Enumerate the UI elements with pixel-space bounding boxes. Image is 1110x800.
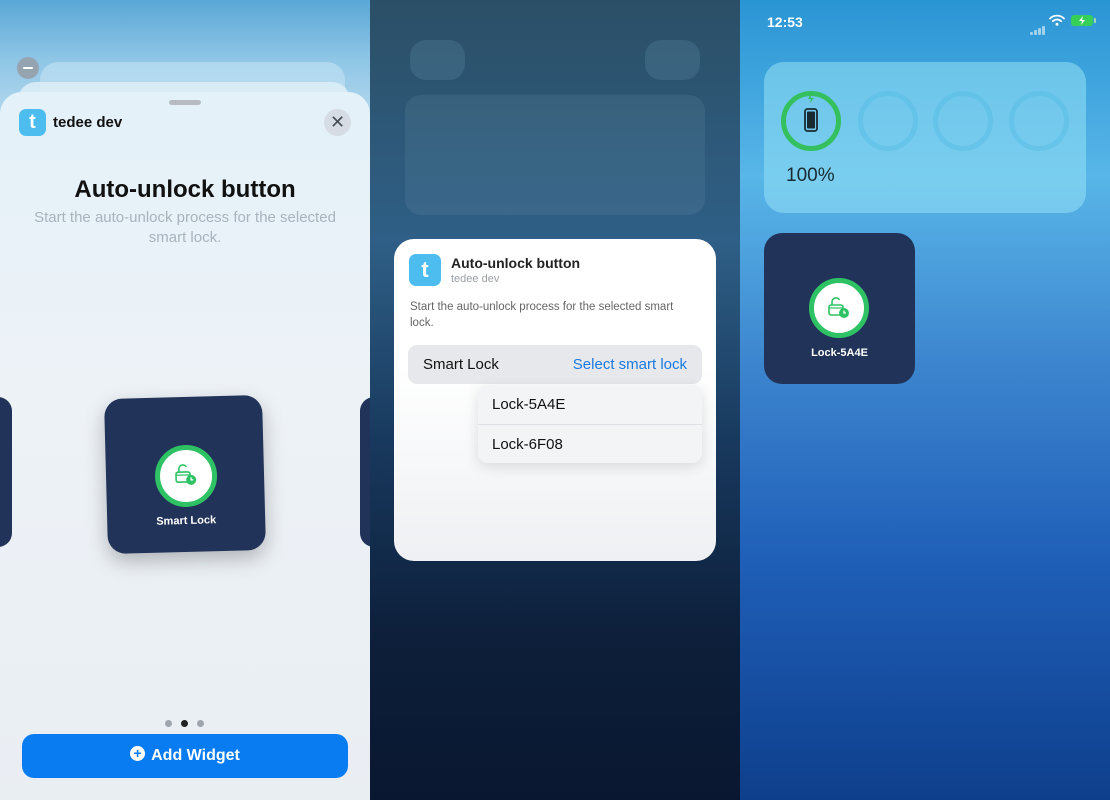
plus-circle-icon: + — [130, 746, 146, 762]
lock-button-ring — [809, 278, 869, 338]
auto-unlock-widget[interactable]: Lock-5A4E — [764, 233, 915, 384]
select-smart-lock-link[interactable]: Select smart lock — [573, 356, 687, 373]
iphone-icon — [804, 96, 818, 132]
batteries-widget[interactable]: 100% — [764, 62, 1086, 213]
status-time: 12:53 — [767, 14, 803, 30]
widget-description: Start the auto-unlock process for the se… — [34, 209, 336, 246]
close-button[interactable]: ✕ — [324, 109, 351, 136]
previous-widget-preview[interactable] — [0, 397, 12, 547]
widget-preview[interactable]: Smart Lock — [103, 394, 267, 555]
page-indicator[interactable] — [165, 714, 213, 732]
blurred-background — [645, 40, 700, 80]
widget-gallery-panel: t tedee dev ✕ Auto-unlock button Start t… — [0, 0, 370, 800]
battery-percent: 100% — [786, 165, 835, 186]
auto-unlock-icon — [175, 464, 197, 485]
page-dot[interactable] — [165, 720, 172, 727]
battery-ring-device — [781, 91, 841, 151]
home-screen-panel: 12:53 100% Lock-5A4E — [740, 0, 1110, 800]
smart-lock-parameter-row[interactable]: Smart Lock Select smart lock — [408, 345, 702, 384]
blurred-background — [405, 95, 705, 215]
cellular-signal-icon — [1030, 17, 1046, 35]
widget-label: Lock-5A4E — [811, 347, 868, 359]
lock-button-ring — [154, 444, 218, 508]
add-widget-button[interactable]: + Add Widget — [22, 734, 348, 778]
config-description: Start the auto-unlock process for the se… — [410, 301, 674, 329]
config-title: Auto-unlock button — [451, 255, 581, 271]
next-widget-preview[interactable] — [360, 397, 370, 547]
smart-lock-label: Smart Lock — [423, 356, 499, 373]
widget-label: Smart Lock — [156, 514, 217, 528]
auto-unlock-icon — [828, 297, 849, 318]
wifi-icon — [1049, 14, 1065, 26]
tedee-app-icon: t — [409, 254, 441, 286]
menu-item-lock[interactable]: Lock-5A4E — [478, 385, 702, 424]
menu-item-lock[interactable]: Lock-6F08 — [478, 424, 702, 463]
widget-title: Auto-unlock button — [74, 176, 296, 203]
app-name: tedee dev — [53, 114, 123, 131]
smart-lock-menu: Lock-5A4E Lock-6F08 — [478, 385, 702, 463]
sheet-grabber[interactable] — [169, 100, 201, 105]
remove-widget-icon[interactable] — [17, 57, 39, 79]
battery-charging-icon — [1071, 15, 1096, 26]
blurred-background — [410, 40, 465, 80]
widget-config-panel: t Auto-unlock button tedee dev Start the… — [370, 0, 740, 800]
page-dot[interactable] — [197, 720, 204, 727]
config-subtitle: tedee dev — [451, 273, 500, 285]
battery-ring-empty — [858, 91, 918, 151]
battery-ring-empty — [1009, 91, 1069, 151]
tedee-app-icon: t — [19, 109, 46, 136]
widget-sheet: t tedee dev ✕ Auto-unlock button Start t… — [0, 92, 370, 800]
battery-ring-empty — [933, 91, 993, 151]
add-widget-label: Add Widget — [151, 747, 240, 764]
page-dot-active[interactable] — [181, 720, 188, 727]
config-card: t Auto-unlock button tedee dev Start the… — [394, 239, 716, 561]
